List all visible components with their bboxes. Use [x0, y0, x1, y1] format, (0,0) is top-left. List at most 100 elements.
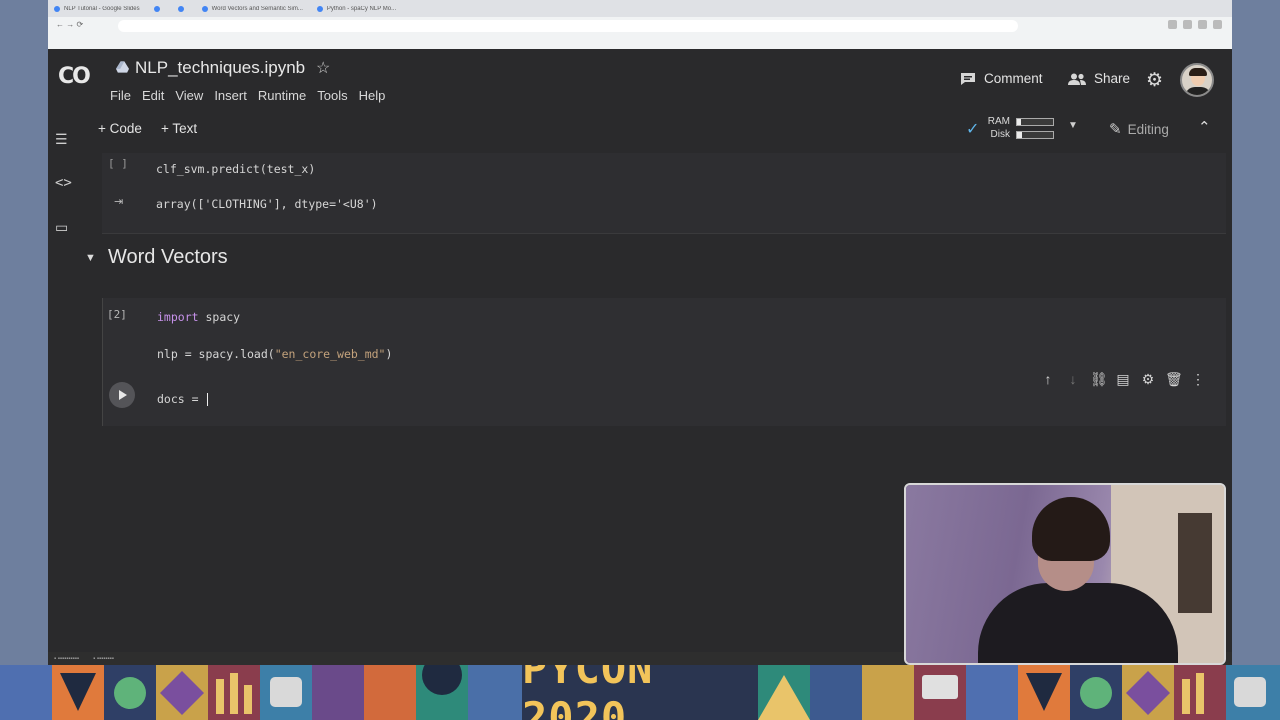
comment-icon[interactable]: ▤ — [1115, 371, 1131, 388]
webcam-door-panel — [1178, 513, 1212, 613]
star-icon[interactable]: ☆ — [316, 58, 330, 78]
frame-edge-left — [0, 0, 48, 665]
webcam-person-body — [978, 583, 1178, 663]
extension-icons — [1168, 20, 1222, 29]
extension-icon[interactable] — [1198, 20, 1207, 29]
table-of-contents-icon[interactable]: ☰ — [55, 131, 68, 148]
cell-code[interactable]: clf_svm.predict(test_x) — [156, 162, 315, 176]
chevron-up-icon[interactable]: ⌃ — [1198, 118, 1211, 136]
code-snippets-icon[interactable]: <> — [55, 175, 72, 191]
drive-icon — [116, 61, 129, 73]
address-bar[interactable] — [118, 20, 1018, 32]
comment-button[interactable]: Comment — [960, 71, 1043, 86]
menu-item-help[interactable]: Help — [359, 88, 386, 103]
taskbar-item[interactable]: ▪ ▪▪▪▪▪▪▪▪ — [93, 656, 114, 662]
caret-down-icon[interactable]: ▼ — [85, 252, 96, 264]
avatar-hair — [1189, 68, 1207, 76]
browser-tab[interactable]: NLP Tutorial - Google Slides — [54, 5, 140, 12]
pycon-banner: PYCON 2020 — [0, 665, 1280, 720]
arrow-down-icon[interactable]: ↓ — [1065, 371, 1081, 388]
colab-header: CO NLP_techniques.ipynb ☆ File Edit View… — [48, 49, 1232, 115]
ram-meter-fill — [1017, 119, 1022, 125]
arrow-up-icon[interactable]: ↑ — [1040, 371, 1056, 388]
pycon-title: PYCON 2020 — [522, 665, 758, 720]
webcam-overlay — [904, 483, 1226, 665]
browser-tab[interactable]: Word Vectors and Semantic Sim... — [201, 5, 303, 12]
tab-favicon-icon — [316, 5, 323, 12]
frame-edge-right — [1232, 0, 1280, 665]
code-text: spacy — [198, 310, 241, 324]
colab-logo-icon[interactable]: CO — [58, 64, 98, 92]
ram-meter — [1016, 118, 1054, 126]
disk-meter-fill — [1017, 132, 1023, 138]
resources-dropdown-icon[interactable]: ▼ — [1068, 120, 1078, 131]
editing-mode-button[interactable]: ✎ Editing — [1109, 120, 1169, 138]
tab-favicon-icon — [177, 5, 184, 12]
cell-output: array(['CLOTHING'], dtype='<U8') — [156, 197, 378, 211]
code-text: nlp = spacy.load( — [157, 347, 275, 361]
taskbar-item[interactable]: ▪ ▪▪▪▪▪▪▪▪▪▪ — [54, 656, 79, 662]
notebook-toolbar: + Code + Text ✓ RAM Disk ▼ ✎ Editing ⌃ — [48, 115, 1232, 145]
tab-favicon-icon — [153, 5, 160, 12]
code-keyword: import — [157, 310, 199, 324]
code-string: "en_core_web_md" — [274, 347, 386, 361]
gear-icon[interactable]: ⚙ — [1146, 69, 1163, 92]
comment-label: Comment — [984, 71, 1043, 86]
section-title[interactable]: Word Vectors — [108, 246, 228, 269]
menu-item-tools[interactable]: Tools — [317, 88, 347, 103]
browser-tab[interactable]: Python - spaCy NLP Mo... — [316, 5, 396, 12]
link-icon[interactable]: ⛓ — [1090, 371, 1108, 388]
trash-icon[interactable]: 🗑 — [1165, 371, 1183, 388]
run-cell-button[interactable] — [109, 382, 135, 408]
disk-label: Disk — [990, 129, 1010, 140]
cell-exec-label[interactable]: [ ] — [108, 157, 128, 170]
comment-icon — [961, 72, 975, 85]
folder-icon[interactable]: ▭ — [55, 219, 68, 236]
add-text-button[interactable]: + Text — [161, 121, 197, 136]
left-rail: ☰ <> ▭ — [48, 115, 78, 665]
code-line[interactable]: nlp = spacy.load("en_core_web_md") — [157, 347, 392, 361]
browser-tab[interactable] — [177, 5, 188, 12]
avatar[interactable] — [1180, 63, 1214, 97]
avatar-body — [1185, 87, 1211, 95]
tab-favicon-icon — [201, 5, 208, 12]
output-icon[interactable]: ⇥ — [114, 195, 123, 208]
section-heading: ▼ Word Vectors — [84, 242, 684, 276]
play-icon — [119, 390, 127, 400]
resources-labels[interactable]: RAM Disk — [986, 115, 1010, 141]
browser-toolbar: ← → ⟳ — [48, 17, 1232, 49]
browser-tab[interactable] — [153, 5, 164, 12]
disk-meter — [1016, 131, 1054, 139]
code-cell[interactable]: [2] import spacy nlp = spacy.load("en_co… — [102, 298, 1226, 426]
code-line[interactable]: docs = — [157, 392, 209, 406]
ram-label: RAM — [987, 116, 1010, 127]
extension-icon[interactable] — [1183, 20, 1192, 29]
code-text: docs = — [157, 392, 206, 406]
connected-check-icon: ✓ — [966, 121, 980, 138]
extension-icon[interactable] — [1168, 20, 1177, 29]
menu-item-file[interactable]: File — [110, 88, 131, 103]
menu-item-view[interactable]: View — [175, 88, 203, 103]
extension-icon[interactable] — [1213, 20, 1222, 29]
notebook-title[interactable]: NLP_techniques.ipynb — [135, 58, 305, 78]
menu-bar: File Edit View Insert Runtime Tools Help — [110, 88, 396, 103]
pencil-icon: ✎ — [1109, 121, 1122, 138]
editing-label: Editing — [1127, 121, 1169, 137]
share-label: Share — [1094, 71, 1131, 86]
browser-nav-icons[interactable]: ← → ⟳ — [56, 20, 83, 29]
code-text: ) — [385, 347, 393, 361]
cell-exec-label[interactable]: [2] — [107, 308, 127, 321]
code-cell[interactable]: [ ] clf_svm.predict(test_x) ⇥ array(['CL… — [102, 153, 1226, 234]
menu-item-insert[interactable]: Insert — [214, 88, 247, 103]
code-line[interactable]: import spacy — [157, 310, 240, 324]
gear-icon[interactable]: ⚙ — [1140, 371, 1156, 388]
add-code-button[interactable]: + Code — [98, 121, 142, 136]
more-vert-icon[interactable]: ⋮ — [1190, 371, 1206, 388]
menu-item-runtime[interactable]: Runtime — [258, 88, 306, 103]
menu-item-edit[interactable]: Edit — [142, 88, 164, 103]
share-button[interactable]: Share — [1068, 71, 1130, 86]
tab-favicon-icon — [54, 5, 60, 12]
browser-tab-strip: NLP Tutorial - Google Slides Word Vector… — [48, 0, 1232, 17]
text-cursor — [207, 393, 209, 406]
people-icon — [1068, 73, 1086, 85]
